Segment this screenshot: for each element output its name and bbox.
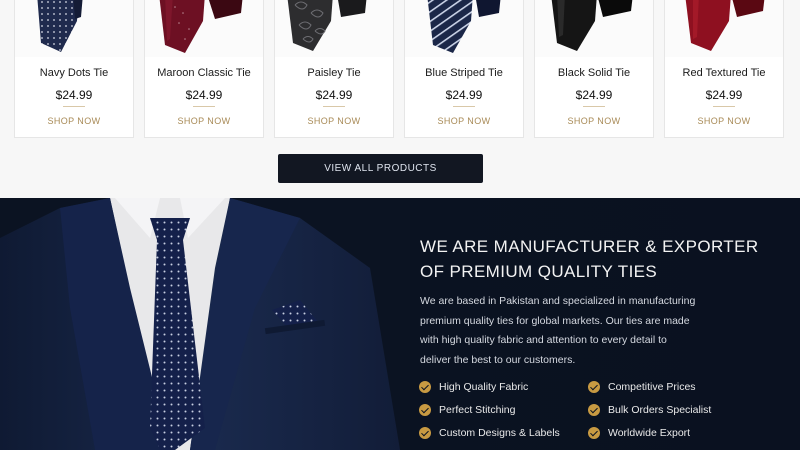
product-image-blue-striped-tie[interactable] [405, 0, 523, 57]
product-price: $24.99 [445, 88, 483, 102]
feature-item: Competitive Prices [588, 381, 696, 393]
product-card-blue-striped[interactable]: Blue Striped Tie $24.99 SHOP NOW [404, 0, 524, 138]
product-price: $24.99 [315, 88, 353, 102]
product-name[interactable]: Blue Striped Tie [405, 67, 523, 79]
check-icon [588, 427, 600, 439]
product-image-navy-dots-tie[interactable] [15, 0, 133, 57]
product-card-black-solid[interactable]: Black Solid Tie $24.99 SHOP NOW [534, 0, 654, 138]
description-line: We are based in Pakistan and specialized… [420, 295, 696, 307]
divider [323, 106, 345, 107]
description-line: premium quality ties for global markets.… [420, 314, 690, 327]
divider [713, 106, 735, 107]
product-image-maroon-classic-tie[interactable] [145, 0, 263, 57]
check-icon [419, 404, 431, 416]
feature-item: Bulk Orders Specialist [588, 404, 711, 416]
feature-item: Custom Designs & Labels [419, 427, 560, 439]
product-card-maroon-classic[interactable]: Maroon Classic Tie $24.99 SHOP NOW [144, 0, 264, 138]
divider [193, 106, 215, 107]
feature-label: Perfect Stitching [439, 404, 516, 416]
about-headline: WE ARE MANUFACTURER & EXPORTER OF PREMIU… [420, 234, 780, 284]
shop-now-link[interactable]: SHOP NOW [665, 116, 783, 126]
product-name[interactable]: Black Solid Tie [535, 67, 653, 79]
product-card-paisley[interactable]: Paisley Tie $24.99 SHOP NOW [274, 0, 394, 138]
headline-line-2: OF PREMIUM QUALITY TIES [420, 262, 658, 281]
feature-label: Competitive Prices [608, 381, 696, 393]
headline-line-1: WE ARE MANUFACTURER & EXPORTER [420, 237, 759, 256]
feature-item: High Quality Fabric [419, 381, 528, 393]
product-price: $24.99 [575, 88, 613, 102]
divider [583, 106, 605, 107]
product-grid: Navy Dots Tie $24.99 SHOP NOW Maroon Cla… [14, 0, 788, 138]
shop-now-link[interactable]: SHOP NOW [145, 116, 263, 126]
product-image-black-solid-tie[interactable] [535, 0, 653, 57]
shop-now-link[interactable]: SHOP NOW [15, 116, 133, 126]
product-name[interactable]: Maroon Classic Tie [145, 67, 263, 79]
divider [63, 106, 85, 107]
feature-item: Perfect Stitching [419, 404, 515, 416]
products-section: Navy Dots Tie $24.99 SHOP NOW Maroon Cla… [0, 0, 800, 198]
product-card-navy-dots[interactable]: Navy Dots Tie $24.99 SHOP NOW [14, 0, 134, 138]
about-section: WE ARE MANUFACTURER & EXPORTER OF PREMIU… [0, 198, 800, 450]
hero-image-man-in-suit [0, 198, 410, 450]
product-price: $24.99 [55, 88, 93, 102]
product-name[interactable]: Red Textured Tie [665, 67, 783, 79]
check-icon [588, 404, 600, 416]
feature-label: High Quality Fabric [439, 381, 529, 393]
product-image-red-textured-tie[interactable] [665, 0, 783, 57]
feature-item: Worldwide Export [588, 427, 690, 439]
description-line: deliver the best to our customers. [420, 353, 576, 366]
product-name[interactable]: Navy Dots Tie [15, 67, 133, 79]
product-name[interactable]: Paisley Tie [275, 67, 393, 79]
product-image-paisley-tie[interactable] [275, 0, 393, 57]
check-icon [588, 381, 600, 393]
feature-label: Bulk Orders Specialist [608, 404, 712, 416]
feature-label: Custom Designs & Labels [439, 427, 560, 439]
view-all-products-button[interactable]: VIEW ALL PRODUCTS [278, 154, 483, 183]
about-description: We are based in Pakistan and specialized… [420, 292, 720, 370]
shop-now-link[interactable]: SHOP NOW [405, 116, 523, 126]
shop-now-link[interactable]: SHOP NOW [275, 116, 393, 126]
product-price: $24.99 [705, 88, 743, 102]
product-card-red-textured[interactable]: Red Textured Tie $24.99 SHOP NOW [664, 0, 784, 138]
check-icon [419, 381, 431, 393]
product-price: $24.99 [185, 88, 223, 102]
description-line: with high quality fabric and attention t… [420, 334, 667, 346]
feature-label: Worldwide Export [608, 427, 691, 439]
shop-now-link[interactable]: SHOP NOW [535, 116, 653, 126]
check-icon [419, 427, 431, 439]
divider [453, 106, 475, 107]
